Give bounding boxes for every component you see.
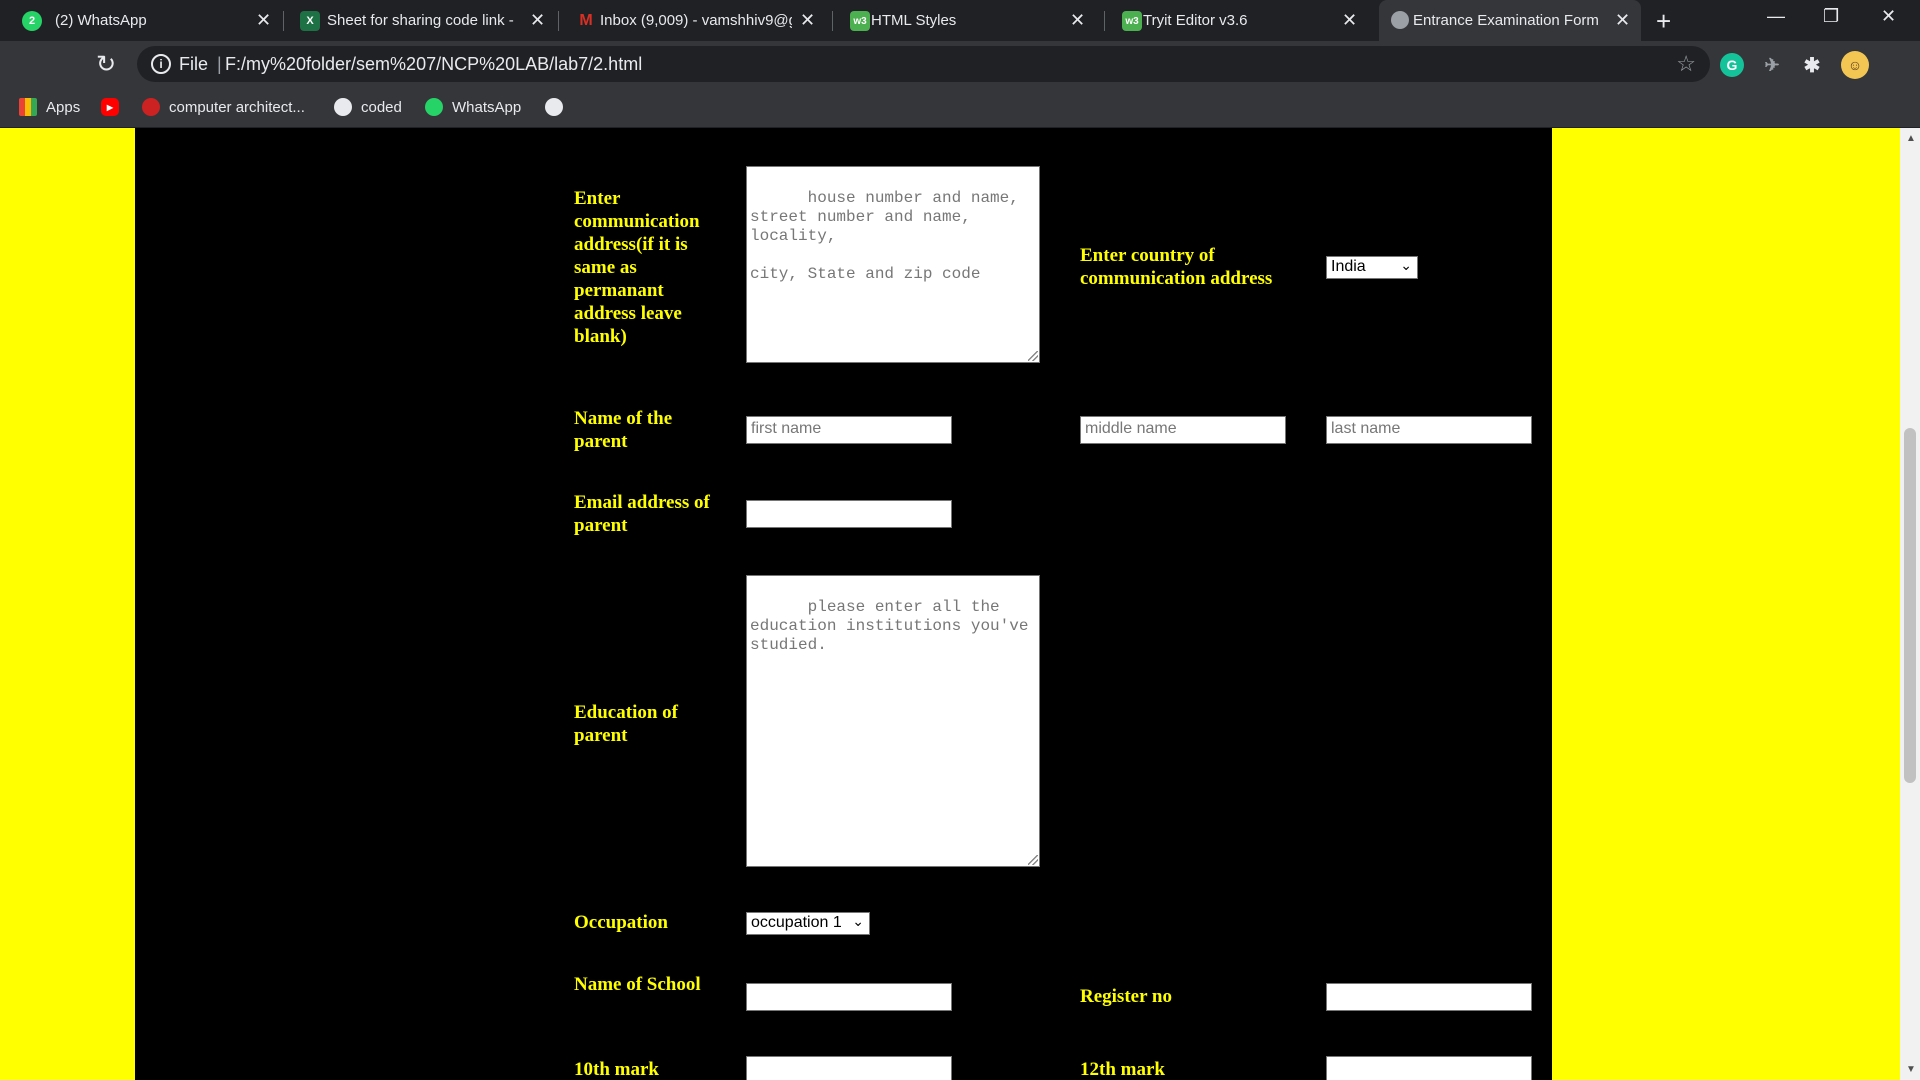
globe-icon xyxy=(1391,11,1409,29)
grammarly-icon[interactable]: G xyxy=(1720,53,1744,77)
school-name-input[interactable] xyxy=(746,983,952,1011)
tab-title: (2) WhatsApp xyxy=(55,12,147,29)
extension-icon[interactable]: ✈ xyxy=(1760,53,1784,77)
bookmark-computer-architecture[interactable]: computer architect... xyxy=(142,94,305,120)
register-no-label: Register no xyxy=(1080,986,1172,1007)
tab-separator xyxy=(283,11,284,31)
tab-title: Sheet for sharing code link - xyxy=(327,12,514,29)
register-no-input[interactable] xyxy=(1326,983,1532,1011)
scroll-down-icon[interactable]: ▼ xyxy=(1906,1064,1916,1075)
parent-email-label: Email address of parent xyxy=(574,492,710,536)
bookmark-label: WhatsApp xyxy=(452,98,522,116)
address-bar[interactable]: i File | F:/my%20folder/sem%207/NCP%20LA… xyxy=(137,46,1710,82)
twelfth-mark-label: 12th mark xyxy=(1080,1059,1165,1080)
browser-toolbar: ↻ i File | F:/my%20folder/sem%207/NCP%20… xyxy=(0,41,1920,88)
reload-icon[interactable]: ↻ xyxy=(96,50,116,79)
tab-close-icon[interactable]: ✕ xyxy=(1615,10,1630,31)
tab-title: Entrance Examination Form xyxy=(1413,12,1599,29)
info-icon[interactable]: i xyxy=(151,54,171,74)
whatsapp-icon xyxy=(425,98,443,116)
resize-grip-icon[interactable] xyxy=(1028,351,1038,361)
occupation-select[interactable]: occupation 1 ⌄ xyxy=(746,912,870,935)
tab-close-icon[interactable]: ✕ xyxy=(1070,10,1085,31)
tab-strip: 2 (2) WhatsApp ✕ X Sheet for sharing cod… xyxy=(0,0,1920,41)
comm-address-placeholder: house number and name, street number and… xyxy=(750,189,1019,283)
tab-close-icon[interactable]: ✕ xyxy=(256,10,271,31)
form-panel: Enter communication address(if it is sam… xyxy=(135,128,1552,1080)
tab-close-icon[interactable]: ✕ xyxy=(800,10,815,31)
bookmark-youtube[interactable]: ▶ xyxy=(101,94,128,120)
bookmark-globe[interactable] xyxy=(545,94,572,120)
url-text[interactable]: F:/my%20folder/sem%207/NCP%20LAB/lab7/2.… xyxy=(225,54,642,75)
avatar[interactable]: ☺ xyxy=(1841,51,1869,79)
resize-grip-icon[interactable] xyxy=(1028,855,1038,865)
tab-title: Tryit Editor v3.6 xyxy=(1143,12,1248,29)
tab-tryit-editor[interactable]: w3 Tryit Editor v3.6 ✕ xyxy=(1108,0,1378,41)
globe-icon xyxy=(334,98,352,116)
comm-address-label: Enter communication address(if it is sam… xyxy=(574,188,700,347)
tab-close-icon[interactable]: ✕ xyxy=(1342,10,1357,31)
twelfth-mark-input[interactable] xyxy=(1326,1056,1532,1080)
w3schools-icon: w3 xyxy=(1122,11,1142,31)
extensions-puzzle-icon[interactable]: ✱ xyxy=(1800,53,1824,77)
bookmark-label: Apps xyxy=(46,98,81,116)
chevron-down-icon: ⌄ xyxy=(1400,257,1412,273)
scroll-up-icon[interactable]: ▲ xyxy=(1906,133,1916,144)
window-close-icon[interactable]: ✕ xyxy=(1881,6,1896,27)
parent-education-textarea[interactable]: please enter all the education instituti… xyxy=(746,575,1040,867)
page-viewport: Enter communication address(if it is sam… xyxy=(0,128,1900,1080)
apps-grid-icon xyxy=(19,98,37,116)
tab-entrance-form[interactable]: Entrance Examination Form ✕ xyxy=(1379,0,1641,41)
globe-icon xyxy=(545,98,563,116)
comm-address-textarea[interactable]: house number and name, street number and… xyxy=(746,166,1040,363)
tab-separator xyxy=(832,11,833,31)
bookmark-label: coded xyxy=(361,98,402,116)
tab-html-styles[interactable]: w3 HTML Styles ✕ xyxy=(836,0,1106,41)
scrollbar-thumb[interactable] xyxy=(1904,428,1916,783)
gmail-icon: M xyxy=(579,12,593,29)
school-name-label: Name of School xyxy=(574,974,701,995)
bookmark-apps[interactable]: Apps xyxy=(19,94,80,120)
tab-gmail[interactable]: M Inbox (9,009) - vamshhiv9@g ✕ xyxy=(562,0,832,41)
address-separator: | xyxy=(217,54,222,74)
parent-middle-name-input[interactable]: middle name xyxy=(1080,416,1286,444)
excel-icon: X xyxy=(300,11,320,31)
youtube-icon: ▶ xyxy=(101,98,119,116)
whatsapp-icon: 2 xyxy=(22,11,42,31)
occupation-label: Occupation xyxy=(574,912,668,933)
parent-last-name-input[interactable]: last name xyxy=(1326,416,1532,444)
tenth-mark-input[interactable] xyxy=(746,1056,952,1080)
page-scrollbar[interactable]: ▲ ▼ xyxy=(1900,128,1920,1080)
tab-separator xyxy=(558,11,559,31)
minimize-icon[interactable]: — xyxy=(1767,6,1785,27)
tab-separator xyxy=(1104,11,1105,31)
bookmark-favicon-icon xyxy=(142,98,160,116)
parent-education-placeholder: please enter all the education instituti… xyxy=(750,598,1039,654)
tab-title: Inbox (9,009) - vamshhiv9@g xyxy=(600,12,792,29)
parent-email-input[interactable] xyxy=(746,500,952,528)
parent-first-name-input[interactable]: first name xyxy=(746,416,952,444)
bookmark-coded[interactable]: coded xyxy=(334,94,402,120)
comm-country-label: Enter country of communication address xyxy=(1080,245,1273,289)
bookmark-star-icon[interactable]: ☆ xyxy=(1676,51,1696,77)
occupation-value: occupation 1 xyxy=(751,914,842,931)
parent-education-label: Education of parent xyxy=(574,702,678,746)
w3schools-icon: w3 xyxy=(850,11,870,31)
tenth-mark-label: 10th mark xyxy=(574,1059,659,1080)
tab-close-icon[interactable]: ✕ xyxy=(530,10,545,31)
bookmark-whatsapp[interactable]: WhatsApp xyxy=(425,94,521,120)
bookmark-label: computer architect... xyxy=(169,98,305,116)
parent-name-label: Name of the parent xyxy=(574,408,673,452)
comm-country-select[interactable]: India ⌄ xyxy=(1326,256,1418,279)
tab-sheet[interactable]: X Sheet for sharing code link - ✕ xyxy=(286,0,556,41)
comm-country-value: India xyxy=(1331,258,1366,275)
chevron-down-icon: ⌄ xyxy=(852,913,864,929)
new-tab-button[interactable]: + xyxy=(1656,6,1671,37)
tab-title: HTML Styles xyxy=(871,12,957,29)
restore-icon[interactable]: ❐ xyxy=(1823,6,1839,27)
bookmarks-bar: Apps ▶ computer architect... coded Whats… xyxy=(0,88,1920,128)
tab-whatsapp[interactable]: 2 (2) WhatsApp ✕ xyxy=(8,0,280,41)
scheme-label: File xyxy=(179,54,209,74)
